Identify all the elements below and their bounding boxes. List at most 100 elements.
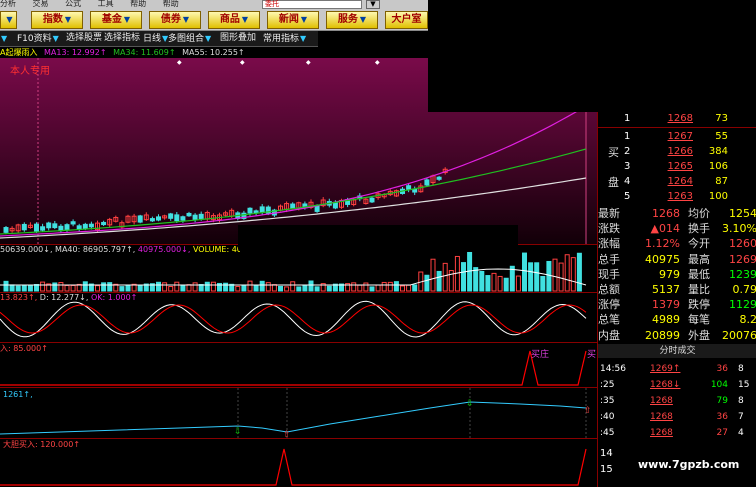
order-book-row[interactable]: 5 1263 100 [598,190,756,204]
stat-value: 20076 [722,328,756,342]
volume-bar [95,285,100,292]
volume-bar [515,275,521,292]
menu-item-help[interactable]: 帮助 [130,0,146,8]
toolbar-common-indicator-button[interactable]: 常用指标▼ [263,32,306,45]
volume-bar [290,281,296,292]
tick-count: 7 [738,412,744,422]
volume-bar [137,284,143,292]
stat-value: 4989 [652,313,680,327]
menu-item-help-2[interactable]: 帮助 [163,0,179,8]
stat-label: 最新 [598,207,620,220]
volume-bar [21,284,27,292]
nav-button-news[interactable]: 新闻 ▼ [267,11,319,29]
ma-formula-name: A起爆雨入 [0,48,38,57]
stat-label: 最低 [688,267,710,281]
volume-bar [253,285,259,292]
order-book-row[interactable]: 3 1265 106 [598,160,756,174]
search-dropdown-button[interactable]: ▼ [366,0,380,9]
order-book-row[interactable]: 1 1267 55 [598,130,756,144]
chevron-down-icon: ▼ [300,15,308,24]
nav-button-index[interactable]: 指数 ▼ [31,11,83,29]
search-input[interactable]: 委托 [262,0,362,9]
tick-row[interactable]: :25 1268↓ 104 15 [598,377,756,393]
chevron-down-icon: ▼ [52,34,59,43]
order-book-row[interactable]: 2 1266 384 [598,145,756,159]
toolbar-daily-button[interactable]: 日线▼ [143,32,168,45]
volume-bar [302,285,308,292]
volume-bar [210,281,216,292]
menu-item-formula[interactable]: 公式 [65,0,81,8]
toolbar-multi-chart-button[interactable]: 多图组合▼ [168,32,211,45]
ma55-value: MA55: 10.255↑ [182,48,245,57]
kdj-panel: 13.823↑, D: 12.277↓, OK: 1.000↑ [0,292,597,342]
volume-bar [393,281,399,292]
signal-3-chart [0,448,587,486]
chevron-down-icon: ▼ [359,15,367,24]
volume-bar [235,285,241,292]
volume-bar [473,267,479,292]
volume-bar [125,284,131,292]
volume-bar [357,284,363,292]
nav-button-fund[interactable]: 基金 ▼ [90,11,142,29]
order-book-row[interactable]: 1 1268 73 [598,112,756,126]
nav-button-bond[interactable]: 债券 ▼ [149,11,201,29]
order-price: 1268 [667,113,693,124]
marker-diamond: ◆ [240,59,245,66]
tick-count: 8 [738,364,744,374]
signal-panel-1: 入: 85.000↑ 买庄 买 [0,342,597,387]
candle [88,223,94,228]
stat-row: 总笔 4989 每笔 8.2 [598,312,756,327]
order-book-divider [598,127,756,128]
stat-value: 1239 [729,267,756,281]
tick-time: :45 [600,428,615,438]
volume-bar [180,285,186,292]
volume-bar [278,285,283,292]
volume-bar [479,270,485,292]
nav-button-commodity[interactable]: 商品 ▼ [208,11,260,29]
tick-price: 1269↑ [650,364,681,374]
tick-row[interactable]: 14:56 1269↑ 36 8 [598,361,756,377]
menu-item-tools[interactable]: 工具 [98,0,114,8]
stat-label: 每笔 [688,313,710,327]
menu-item-analysis[interactable]: 分析 [0,0,16,8]
volume-bar [436,270,442,292]
ticks-title[interactable]: 分时成交 [598,344,756,358]
stat-label: 均价 [688,207,710,220]
volume-bar [101,282,107,292]
toolbar-overlay-button[interactable]: 图形叠加 [220,32,256,45]
stat-row: 涨停 1379 跌停 1129 [598,297,756,312]
candle [70,221,76,225]
stat-row: 现手 979 最低 1239 [598,267,756,282]
nav-button-vip-room[interactable]: 大户室 [385,11,428,29]
tick-row[interactable]: :45 1268 27 4 [598,425,756,441]
order-book-row[interactable]: 4 1264 87 [598,175,756,189]
tick-count: 8 [738,396,744,406]
volume-bar [284,286,290,292]
tick-volume: 104 [710,380,728,390]
toolbar-select-indicator-button[interactable]: 选择指标 [104,32,140,45]
buy-arrow-icon: ⇧ [584,406,592,416]
chevron-down-icon: ▼ [6,15,13,24]
stat-label: 今开 [688,237,710,251]
tick-row[interactable]: :40 1268 36 7 [598,409,756,425]
volume-bar [204,281,210,292]
chart-label: 本人专用 [10,64,50,77]
order-level: 5 [624,191,631,202]
stat-label: 涨停 [598,298,620,312]
toolbar-select-stock-button[interactable]: 选择股票 [66,32,102,45]
menu-item-trade[interactable]: 交易 [33,0,49,8]
volume-bar [296,286,302,292]
volume-bar [552,258,558,292]
volume-bar [442,262,448,292]
toolbar-f10-button[interactable]: F10资料▼ [17,32,59,45]
nav-button-service[interactable]: 服务 ▼ [326,11,378,29]
bottom-number-1: 14 [600,448,613,459]
nav-button-partial[interactable]: ▼ [0,11,17,29]
tick-volume: 79 [716,396,728,406]
toolbar-arrow-left[interactable]: ▼ [0,32,7,45]
volume-bar [387,281,393,292]
tick-row[interactable]: :35 1268 79 8 [598,393,756,409]
volume-bar [241,285,247,292]
volume-bar [192,282,198,292]
stat-value: 20899 [645,328,680,342]
